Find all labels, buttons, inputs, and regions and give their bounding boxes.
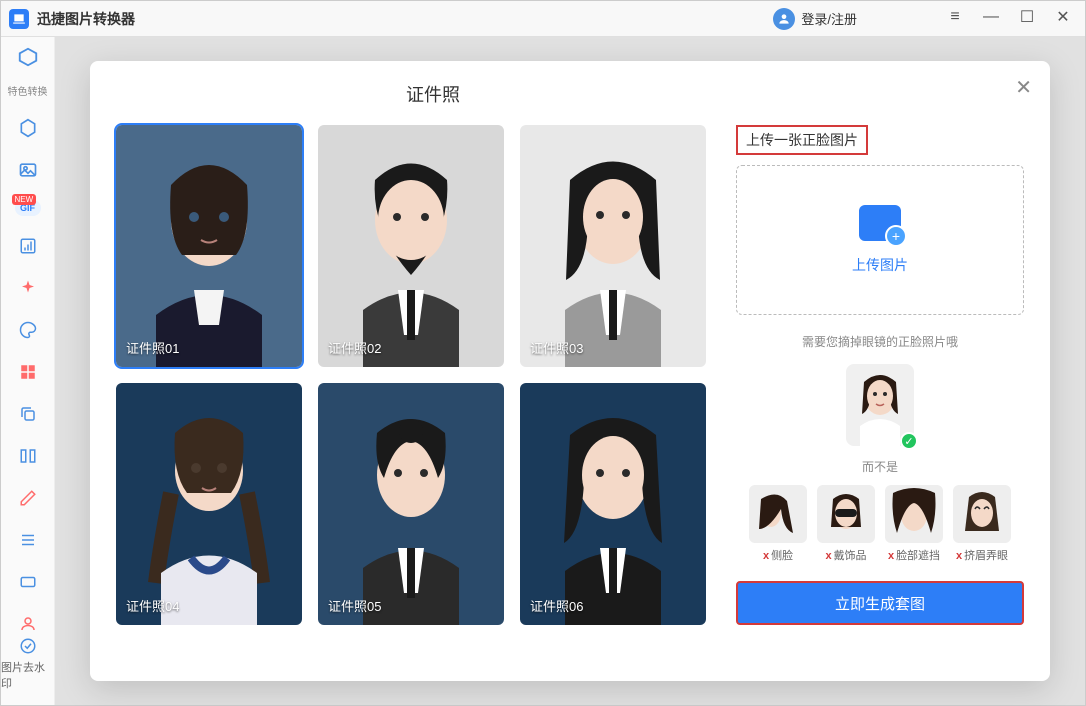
sidebar-icon-chart[interactable] [16,234,40,258]
menu-icon[interactable]: ≡ [946,8,964,26]
sidebar-icon-palette[interactable] [16,318,40,342]
upload-panel: 上传一张正脸图片 上传图片 需要您摘掉眼镜的正脸照片哦 [736,125,1024,661]
template-grid: 证件照01 [116,125,706,661]
good-example: ✓ [846,364,914,446]
portrait-image [520,383,706,625]
portrait-image [520,125,706,367]
template-card-05[interactable]: 证件照05 [318,383,504,625]
close-modal-icon[interactable]: ✕ [1015,75,1032,100]
new-badge: NEW [12,194,37,205]
sidebar-icon-columns[interactable] [16,444,40,468]
portrait-image [116,125,302,367]
sidebar-icon-hex[interactable] [16,116,40,140]
sidebar-icon-user[interactable] [16,612,40,636]
bad-label: x挤眉弄眼 [956,547,1008,563]
template-caption: 证件照02 [328,338,381,357]
portrait-image [318,383,504,625]
bad-example-accessory: x戴饰品 [817,485,875,563]
bad-example-expression: x挤眉弄眼 [953,485,1011,563]
check-icon: ✓ [900,432,918,450]
bad-examples: x侧脸 x戴饰品 x脸部遮挡 [736,485,1024,563]
x-icon: x [888,550,894,562]
bad-label: x戴饰品 [825,547,866,563]
app-window: 迅捷图片转换器 登录/注册 ≡ — ☐ ✕ 特色转换 [0,0,1086,706]
app-body: 特色转换 NEW GIF [1,37,1085,705]
x-icon: x [956,550,962,562]
close-window-icon[interactable]: ✕ [1054,8,1072,26]
upload-hint: 需要您摘掉眼镜的正脸照片哦 [736,333,1024,350]
template-caption: 证件照01 [126,338,179,357]
app-logo-icon [9,9,29,29]
sidebar-label-convert: 特色转换 [8,87,48,98]
id-photo-modal: ✕ 证件照 [90,61,1050,681]
bad-thumb-image [885,485,943,543]
not-label: 而不是 [736,458,1024,475]
sidebar-icon-copy[interactable] [16,402,40,426]
watermark-icon [19,637,37,655]
modal-backdrop: ✕ 证件照 [55,37,1085,705]
maximize-icon[interactable]: ☐ [1018,8,1036,26]
template-card-06[interactable]: 证件照06 [520,383,706,625]
minimize-icon[interactable]: — [982,8,1000,26]
sidebar-icon-sparkle[interactable] [16,276,40,300]
bad-example-side: x侧脸 [749,485,807,563]
portrait-image [116,383,302,625]
template-caption: 证件照04 [126,596,179,615]
bad-example-covered: x脸部遮挡 [885,485,943,563]
content-area: ✕ 证件照 [55,37,1085,705]
x-icon: x [825,550,831,562]
bad-thumb-image [817,485,875,543]
sidebar-bottom-item[interactable]: 图片去水印 [1,637,54,691]
bad-thumb-image [953,485,1011,543]
upload-area[interactable]: 上传图片 [736,165,1024,315]
sidebar-icon-stack[interactable] [16,528,40,552]
sidebar-icon-grid[interactable] [16,360,40,384]
sidebar-icon-gif[interactable]: NEW GIF [16,200,40,216]
sidebar-icon-convert[interactable] [16,45,40,69]
template-caption: 证件照03 [530,338,583,357]
bad-label: x侧脸 [763,547,793,563]
login-register[interactable]: 登录/注册 [773,8,857,30]
sidebar: 特色转换 NEW GIF [1,37,55,705]
upload-text: 上传图片 [852,255,908,275]
generate-button[interactable]: 立即生成套图 [736,581,1024,625]
template-card-03[interactable]: 证件照03 [520,125,706,367]
bad-thumb-image [749,485,807,543]
upload-instruction-label: 上传一张正脸图片 [736,125,868,155]
sidebar-icon-pen[interactable] [16,486,40,510]
sidebar-icon-card[interactable] [16,570,40,594]
modal-title: 证件照 [406,81,1024,107]
template-card-04[interactable]: 证件照04 [116,383,302,625]
bad-label: x脸部遮挡 [888,547,940,563]
template-card-01[interactable]: 证件照01 [116,125,302,367]
user-avatar-icon [773,8,795,30]
template-card-02[interactable]: 证件照02 [318,125,504,367]
titlebar: 迅捷图片转换器 登录/注册 ≡ — ☐ ✕ [1,1,1085,37]
portrait-image [318,125,504,367]
app-title: 迅捷图片转换器 [37,9,135,29]
x-icon: x [763,550,769,562]
upload-image-icon [859,205,901,241]
template-caption: 证件照06 [530,596,583,615]
sidebar-icon-image[interactable] [16,158,40,182]
template-caption: 证件照05 [328,596,381,615]
login-text: 登录/注册 [801,9,857,28]
sidebar-bottom-label: 图片去水印 [1,659,54,691]
